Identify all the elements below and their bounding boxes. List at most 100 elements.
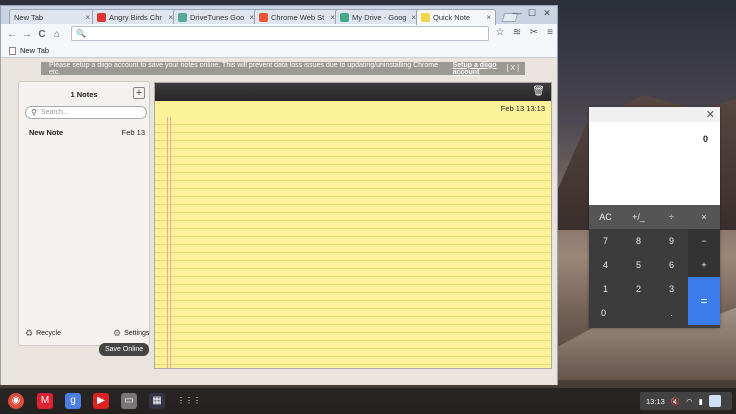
key-7[interactable]: 7 (589, 229, 622, 253)
angry-birds-icon (97, 12, 106, 22)
note-editor[interactable]: 🗑 Feb 13 13:13 (154, 82, 552, 369)
key-plus[interactable]: + (688, 253, 720, 277)
key-0[interactable]: 0 (589, 301, 655, 325)
toolbar: ← → C ⌂ 🔍 ☆ ≋ ✂ ≡ (1, 24, 557, 44)
web-store-icon (259, 12, 268, 22)
search-input[interactable]: ⚲ Search... (25, 106, 147, 119)
google-icon[interactable]: g (65, 393, 81, 409)
key-2[interactable]: 2 (622, 277, 655, 301)
recycle-label: Recycle (36, 330, 61, 337)
notice-close-button[interactable]: [ X ] (507, 65, 519, 72)
key-negate[interactable]: +/_ (622, 205, 655, 229)
star-icon[interactable]: ☆ (493, 27, 507, 38)
search-placeholder: Search... (40, 109, 69, 116)
drive-icon (340, 12, 349, 22)
margin-line (167, 117, 168, 368)
tab-label: Chrome Web St (271, 12, 325, 22)
battery-icon: ▮ (698, 396, 703, 406)
key-9[interactable]: 9 (655, 229, 688, 253)
browser-window: New Tab × Angry Birds Chr × DriveTunes G… (0, 5, 558, 385)
bookmarks-bar: New Tab (1, 44, 557, 58)
tab-strip: New Tab × Angry Birds Chr × DriveTunes G… (1, 6, 557, 25)
calculator-window: ✕ 0 AC +/_ ÷ × 7 8 9 − 4 5 6 + 1 2 3 = 0… (589, 107, 720, 328)
files-icon[interactable]: ▭ (121, 393, 137, 409)
key-multiply[interactable]: × (688, 205, 720, 229)
tab-close-icon[interactable]: × (82, 13, 90, 22)
tab-quick-note[interactable]: Quick Note × (416, 9, 496, 25)
tab-close-icon[interactable]: × (327, 13, 335, 22)
home-icon[interactable]: ⌂ (50, 29, 64, 40)
quick-note-icon[interactable]: ▦ (149, 393, 165, 409)
page-icon (9, 46, 16, 55)
settings-label: Settings (124, 330, 150, 337)
tab-my-drive[interactable]: My Drive - Goog × (335, 9, 421, 24)
shelf: ◉ M g ▶ ▭ ▦ ⋮⋮⋮ 13:13 🔇 ◠ ▮ (0, 388, 736, 414)
reload-icon[interactable]: C (35, 29, 49, 40)
quick-note-icon (421, 13, 430, 22)
tab-close-icon[interactable]: × (165, 13, 173, 22)
key-4[interactable]: 4 (589, 253, 622, 277)
tab-drivetunes[interactable]: DriveTunes Goo × (173, 9, 259, 24)
note-timestamp: Feb 13 13:13 (500, 104, 545, 113)
menu-icon[interactable]: ≡ (543, 27, 557, 38)
gear-icon: ⚙ (113, 328, 122, 338)
key-6[interactable]: 6 (655, 253, 688, 277)
margin-line (170, 117, 171, 368)
tab-label: Quick Note (433, 13, 471, 22)
scissors-icon[interactable]: ✂ (527, 27, 541, 38)
trash-icon[interactable]: 🗑 (532, 86, 545, 97)
key-decimal[interactable]: . (655, 301, 688, 325)
search-icon: 🔍 (76, 29, 86, 38)
list-item[interactable]: New Note Feb 13 (29, 128, 145, 137)
drivetunes-icon (178, 12, 187, 22)
tab-chrome-web-store[interactable]: Chrome Web St × (254, 9, 340, 24)
tab-angry-birds[interactable]: Angry Birds Chr × (92, 9, 178, 24)
chrome-icon[interactable]: ◉ (8, 393, 24, 409)
tab-label: New Tab (14, 12, 44, 22)
calculator-titlebar: ✕ (589, 107, 720, 122)
note-date: Feb 13 (121, 128, 145, 137)
avatar (708, 395, 721, 407)
tab-close-icon[interactable]: × (246, 13, 254, 22)
key-clear[interactable]: AC (589, 205, 622, 229)
note-title: New Note (29, 128, 64, 137)
recycle-button[interactable]: ♻ Recycle (25, 328, 61, 339)
key-divide[interactable]: ÷ (655, 205, 688, 229)
tab-close-icon[interactable]: × (483, 13, 491, 22)
youtube-icon[interactable]: ▶ (93, 393, 109, 409)
close-icon[interactable]: ✕ (706, 108, 715, 121)
key-5[interactable]: 5 (622, 253, 655, 277)
tab-new-tab[interactable]: New Tab × (9, 9, 95, 24)
notes-sidebar: 1 Notes + ⚲ Search... New Note Feb 13 ♻ … (18, 81, 150, 346)
omnibox[interactable]: 🔍 (71, 26, 489, 41)
minimize-icon[interactable]: — (510, 8, 524, 18)
gmail-icon[interactable]: M (37, 393, 53, 409)
search-icon: ⚲ (31, 108, 37, 117)
mute-icon: 🔇 (670, 396, 681, 406)
key-minus[interactable]: − (688, 229, 720, 253)
tab-label: Angry Birds Chr (109, 12, 162, 22)
forward-icon[interactable]: → (20, 29, 34, 40)
layers-icon[interactable]: ≋ (510, 27, 524, 38)
notes-count: 1 Notes (70, 90, 98, 99)
tab-close-icon[interactable]: × (408, 13, 416, 22)
launcher-icon[interactable]: ⋮⋮⋮ (177, 393, 201, 409)
key-8[interactable]: 8 (622, 229, 655, 253)
wifi-icon: ◠ (686, 396, 693, 406)
save-online-tooltip: Save Online (99, 343, 150, 356)
back-icon[interactable]: ← (5, 29, 19, 40)
editor-toolbar: 🗑 (155, 83, 551, 101)
close-window-icon[interactable]: ✕ (540, 8, 554, 19)
tab-label: My Drive - Goog (352, 12, 407, 22)
key-1[interactable]: 1 (589, 277, 622, 301)
status-tray[interactable]: 13:13 🔇 ◠ ▮ (640, 392, 732, 410)
bookmark-new-tab[interactable]: New Tab (20, 46, 49, 55)
maximize-icon[interactable]: ☐ (525, 8, 539, 19)
add-note-button[interactable]: + (133, 87, 145, 99)
recycle-icon: ♻ (25, 328, 34, 338)
notice-text: Please setup a diigo account to save you… (49, 61, 438, 76)
note-paper[interactable] (155, 117, 551, 368)
key-3[interactable]: 3 (655, 277, 688, 301)
key-equals[interactable]: = (688, 277, 720, 325)
settings-button[interactable]: ⚙ Settings (113, 328, 149, 339)
